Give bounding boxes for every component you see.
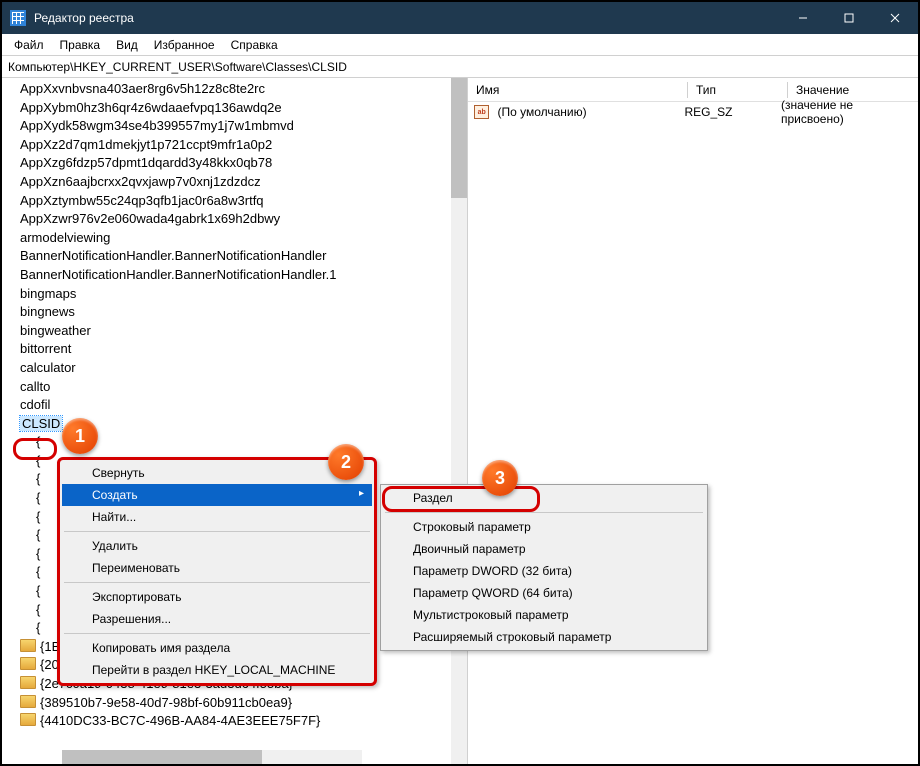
annotation-badge-3: 3 [482, 460, 518, 496]
ctx-separator [64, 582, 370, 583]
window-buttons [780, 2, 918, 34]
scrollbar-thumb[interactable] [62, 750, 262, 764]
tree-item[interactable]: calculator [2, 359, 467, 378]
address-bar[interactable]: Компьютер\HKEY_CURRENT_USER\Software\Cla… [2, 56, 918, 78]
value-data: (значение не присвоено) [777, 98, 918, 126]
ctx-collapse[interactable]: Свернуть [62, 462, 372, 484]
ctx-new-expand-string[interactable]: Расширяемый строковый параметр [383, 626, 705, 648]
maximize-button[interactable] [826, 2, 872, 34]
menu-view[interactable]: Вид [108, 36, 146, 54]
registry-editor-window: Редактор реестра Файл Правка Вид Избранн… [0, 0, 920, 766]
values-header: Имя Тип Значение [468, 78, 918, 102]
ctx-new[interactable]: Создать [62, 484, 372, 506]
ctx-permissions[interactable]: Разрешения... [62, 608, 372, 630]
tree-item[interactable]: bingmaps [2, 285, 467, 304]
tree-scrollbar-h[interactable] [62, 750, 362, 764]
value-type: REG_SZ [680, 105, 777, 119]
context-menu: Свернуть Создать Найти... Удалить Переим… [57, 457, 377, 686]
value-row[interactable]: ab (По умолчанию) REG_SZ (значение не пр… [468, 102, 918, 122]
tree-item[interactable]: callto [2, 378, 467, 397]
app-icon [10, 10, 26, 26]
close-button[interactable] [872, 2, 918, 34]
window-title: Редактор реестра [34, 11, 780, 25]
menu-favorites[interactable]: Избранное [146, 36, 223, 54]
tree-item[interactable]: BannerNotificationHandler.BannerNotifica… [2, 247, 467, 266]
annotation-badge-2: 2 [328, 444, 364, 480]
titlebar[interactable]: Редактор реестра [2, 2, 918, 34]
menu-help[interactable]: Справка [223, 36, 286, 54]
col-name[interactable]: Имя [468, 79, 688, 101]
ctx-new-dword[interactable]: Параметр DWORD (32 бита) [383, 560, 705, 582]
tree-item[interactable]: {389510b7-9e58-40d7-98bf-60b911cb0ea9} [2, 694, 467, 713]
ctx-separator [64, 633, 370, 634]
minimize-button[interactable] [780, 2, 826, 34]
menu-file[interactable]: Файл [6, 36, 52, 54]
ctx-new-multi-string[interactable]: Мультистроковый параметр [383, 604, 705, 626]
ctx-separator [64, 531, 370, 532]
ctx-export[interactable]: Экспортировать [62, 586, 372, 608]
tree-item[interactable]: AppXztymbw55c24qp3qfb1jac0r6a8w3rtfq [2, 192, 467, 211]
tree-item[interactable]: bittorrent [2, 340, 467, 359]
col-type[interactable]: Тип [688, 79, 788, 101]
string-value-icon: ab [474, 105, 489, 119]
ctx-separator [385, 512, 703, 513]
tree-item[interactable]: BannerNotificationHandler.BannerNotifica… [2, 266, 467, 285]
tree-item[interactable]: bingnews [2, 303, 467, 322]
tree-item[interactable]: bingweather [2, 322, 467, 341]
ctx-goto-hklm[interactable]: Перейти в раздел HKEY_LOCAL_MACHINE [62, 659, 372, 681]
tree-item[interactable]: AppXxvnbvsna403aer8rg6v5h12z8c8te2rc [2, 80, 467, 99]
ctx-new-key[interactable]: Раздел [383, 487, 705, 509]
ctx-find[interactable]: Найти... [62, 506, 372, 528]
ctx-delete[interactable]: Удалить [62, 535, 372, 557]
tree-item[interactable]: AppXzn6aajbcrxx2qvxjawp7v0xnj1zdzdcz [2, 173, 467, 192]
context-submenu-new: Раздел Строковый параметр Двоичный парам… [380, 484, 708, 651]
value-name: (По умолчанию) [493, 105, 680, 119]
tree-item[interactable]: cdofil [2, 396, 467, 415]
tree-item[interactable]: AppXz2d7qm1dmekjyt1p721ccpt9mfr1a0p2 [2, 136, 467, 155]
ctx-new-string[interactable]: Строковый параметр [383, 516, 705, 538]
col-data[interactable]: Значение [788, 79, 918, 101]
annotation-badge-1: 1 [62, 418, 98, 454]
scrollbar-thumb[interactable] [451, 78, 467, 198]
values-pane[interactable]: Имя Тип Значение ab (По умолчанию) REG_S… [468, 78, 918, 764]
ctx-rename[interactable]: Переименовать [62, 557, 372, 579]
tree-item[interactable]: AppXzg6fdzp57dpmt1dqardd3y48kkx0qb78 [2, 154, 467, 173]
tree-item[interactable]: AppXydk58wgm34se4b399557my1j7w1mbmvd [2, 117, 467, 136]
menu-edit[interactable]: Правка [52, 36, 109, 54]
tree-item[interactable]: armodelviewing [2, 229, 467, 248]
ctx-new-binary[interactable]: Двоичный параметр [383, 538, 705, 560]
tree-item[interactable]: {4410DC33-BC7C-496B-AA84-4AE3EEE75F7F} [2, 712, 467, 731]
tree-scrollbar-v[interactable] [451, 78, 467, 764]
tree-item[interactable]: AppXybm0hz3h6qr4z6wdaaefvpq136awdq2e [2, 99, 467, 118]
ctx-copy-key-name[interactable]: Копировать имя раздела [62, 637, 372, 659]
address-text: Компьютер\HKEY_CURRENT_USER\Software\Cla… [8, 60, 347, 74]
ctx-new-qword[interactable]: Параметр QWORD (64 бита) [383, 582, 705, 604]
menubar: Файл Правка Вид Избранное Справка [2, 34, 918, 56]
tree-item[interactable]: AppXzwr976v2e060wada4gabrk1x69h2dbwy [2, 210, 467, 229]
